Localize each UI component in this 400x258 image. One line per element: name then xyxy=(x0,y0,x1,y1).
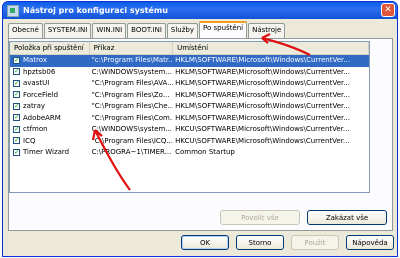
startup-location: HKLM\SOFTWARE\Microsoft\Windows\CurrentV… xyxy=(175,67,350,76)
startup-item-cell: Matrox xyxy=(10,55,90,67)
startup-item-name: AdobeARM xyxy=(23,113,61,122)
list-item[interactable]: Matrox "c:\Program Files\Matr...HKLM\SOFT… xyxy=(10,55,369,67)
tab-boot-ini[interactable]: BOOT.INI xyxy=(127,23,166,38)
list-item[interactable]: AdobeARM "C:\Program Files\Com...HKLM\SOF… xyxy=(10,113,369,125)
startup-command: C:\PROGRA~1\TIMER... xyxy=(91,148,172,156)
startup-item-name: Matrox xyxy=(23,56,48,64)
startup-command: "C:\Program Files\AVA... xyxy=(91,79,174,87)
startup-item-name: hpztsb06 xyxy=(23,67,56,76)
tab-strip: Obecné SYSTEM.INI WIN.INI BOOT.INI Služb… xyxy=(8,21,286,38)
list-item[interactable]: avastUI "C:\Program Files\AVA...HKLM\SOFT… xyxy=(10,78,369,90)
close-button[interactable]: ✕ xyxy=(381,3,395,17)
list-item[interactable]: ICQ "C:\Program Files\ICQ...HKCU\SOFTWARE… xyxy=(10,136,369,148)
tab-startup[interactable]: Po spuštění xyxy=(199,21,248,38)
startup-item-name: Timer Wizard xyxy=(23,148,70,156)
startup-item-cell: ForceField xyxy=(10,90,90,102)
enable-all-button[interactable]: Povolit vše xyxy=(220,210,300,225)
list-item[interactable]: Timer Wizard C:\PROGRA~1\TIMER...Common S… xyxy=(10,147,369,159)
disable-all-button[interactable]: Zakázat vše xyxy=(307,210,387,225)
tab-general[interactable]: Obecné xyxy=(8,23,43,38)
startup-item-name: ForceField xyxy=(23,90,59,99)
startup-item-cell: avastUI xyxy=(10,78,90,90)
startup-item-checkbox[interactable] xyxy=(13,136,20,147)
header-startup-item[interactable]: Položka při spuštění xyxy=(10,42,90,54)
startup-command: "C:\Program Files\Che... xyxy=(91,102,174,110)
startup-item-name: ctfmon xyxy=(23,125,48,133)
startup-location: HKLM\SOFTWARE\Microsoft\Windows\CurrentV… xyxy=(175,79,350,87)
tab-win-ini[interactable]: WIN.INI xyxy=(92,23,127,38)
startup-item-checkbox[interactable] xyxy=(13,55,20,66)
startup-command: "c:\Program Files\Matr... xyxy=(89,55,174,67)
startup-item-cell: AdobeARM xyxy=(10,113,90,125)
startup-item-checkbox[interactable] xyxy=(13,147,20,158)
startup-item-name: avastUI xyxy=(23,79,50,87)
startup-item-cell: ctfmon xyxy=(10,124,90,136)
startup-command: C:\WINDOWS\system... xyxy=(91,125,172,133)
startup-item-checkbox[interactable] xyxy=(13,124,20,135)
header-command[interactable]: Příkaz xyxy=(90,42,174,54)
tab-services[interactable]: Služby xyxy=(166,23,198,38)
startup-item-checkbox[interactable] xyxy=(13,67,20,78)
startup-item-checkbox[interactable] xyxy=(13,101,20,112)
startup-item-checkbox[interactable] xyxy=(13,113,20,124)
startup-item-checkbox[interactable] xyxy=(13,78,20,89)
list-header: Položka při spuštění Příkaz Umístění xyxy=(10,42,369,55)
ok-button[interactable]: OK xyxy=(181,235,229,250)
startup-item-name: zatray xyxy=(23,102,46,110)
startup-location: HKCU\SOFTWARE\Microsoft\Windows\CurrentV… xyxy=(175,136,350,145)
list-item[interactable]: ctfmon C:\WINDOWS\system...HKCU\SOFTWARE\… xyxy=(10,124,369,136)
startup-location: HKLM\SOFTWARE\Microsoft\Windows\CurrentV… xyxy=(173,55,369,67)
apply-button[interactable]: Použít xyxy=(291,235,339,250)
startup-item-cell: zatray xyxy=(10,101,90,113)
header-location[interactable]: Umístění xyxy=(173,42,369,54)
startup-location: HKLM\SOFTWARE\Microsoft\Windows\CurrentV… xyxy=(175,113,350,122)
startup-location: HKLM\SOFTWARE\Microsoft\Windows\CurrentV… xyxy=(175,90,350,99)
startup-location: HKCU\SOFTWARE\Microsoft\Windows\CurrentV… xyxy=(175,125,350,133)
startup-command: C:\WINDOWS\system... xyxy=(91,67,172,76)
app-icon xyxy=(7,4,19,17)
startup-item-cell: Timer Wizard xyxy=(10,147,90,159)
list-item[interactable]: ForceField "C:\Program Files\Zo... HKLM\SO… xyxy=(10,90,369,102)
list-item[interactable]: zatray "C:\Program Files\Che...HKLM\SOFTW… xyxy=(10,101,369,113)
startup-item-cell: hpztsb06 xyxy=(10,67,90,79)
list-item[interactable]: hpztsb06 C:\WINDOWS\system...HKLM\SOFTWAR… xyxy=(10,67,369,79)
startup-item-cell: ICQ xyxy=(10,136,90,148)
window-title: Nástroj pro konfiguraci systému xyxy=(23,6,168,15)
tab-tools[interactable]: Nástroje xyxy=(248,23,286,38)
startup-location: HKLM\SOFTWARE\Microsoft\Windows\CurrentV… xyxy=(175,102,350,110)
startup-list[interactable]: Položka při spuštění Příkaz Umístění Mat… xyxy=(9,41,370,193)
startup-location: Common Startup xyxy=(175,148,235,156)
startup-command: "C:\Program Files\Zo... xyxy=(91,90,170,99)
startup-command: "C:\Program Files\ICQ... xyxy=(91,136,174,145)
help-button[interactable]: Nápověda xyxy=(346,235,394,250)
title-bar[interactable]: Nástroj pro konfiguraci systému ✕ xyxy=(3,2,397,19)
tab-system-ini[interactable]: SYSTEM.INI xyxy=(43,23,92,38)
startup-item-name: ICQ xyxy=(23,136,36,145)
startup-command: "C:\Program Files\Com... xyxy=(91,113,174,122)
startup-item-checkbox[interactable] xyxy=(13,90,20,101)
cancel-button[interactable]: Storno xyxy=(236,235,284,250)
list-rows: Matrox"c:\Program Files\Matr...HKLM\SOFT… xyxy=(10,55,369,159)
